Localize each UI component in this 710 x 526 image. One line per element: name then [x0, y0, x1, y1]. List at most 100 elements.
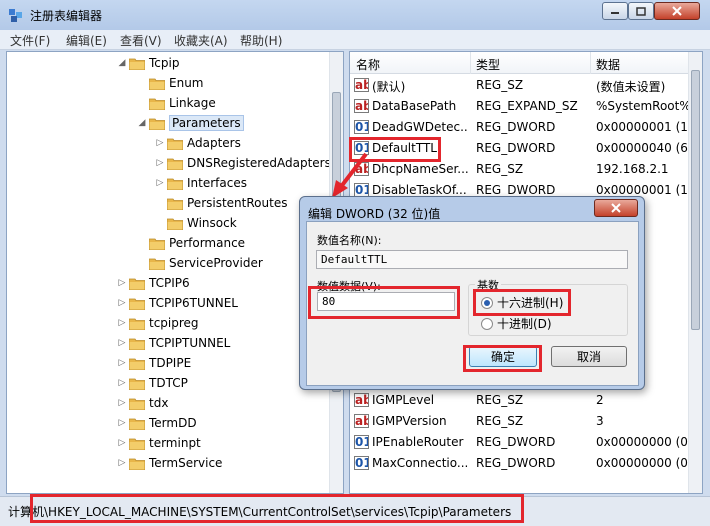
tree-item[interactable]: ▷ TermDD	[117, 413, 197, 433]
column-name[interactable]: 名称	[356, 56, 380, 73]
registry-tree[interactable]: ◢ Tcpip Enum Linkage ◢ Parameters ▷ Adapters ▷ DN…	[6, 51, 344, 494]
value-name-label: 数值名称(N):	[317, 234, 382, 247]
radio-dec-label: 十进制(D)	[497, 317, 552, 331]
tree-item[interactable]: ▷ tcpipreg	[117, 313, 199, 333]
arrow-annotation	[332, 152, 368, 198]
edit-dword-dialog: 编辑 DWORD (32 位)值 数值名称(N): DefaultTTL 数值数…	[299, 196, 645, 390]
tree-item[interactable]: ▷ TermService	[117, 453, 223, 473]
ok-button[interactable]: 确定	[469, 346, 537, 367]
expand-arrow-icon[interactable]: ▷	[117, 398, 127, 408]
registry-path: 计算机\HKEY_LOCAL_MACHINE\SYSTEM\CurrentCon…	[8, 505, 512, 519]
table-row[interactable]: 011MaxConnectio... REG_DWORD 0x00000000 (0…	[350, 453, 690, 474]
cell-type: REG_SZ	[476, 162, 524, 176]
tree-item[interactable]: ▷ DNSRegisteredAdapters	[155, 153, 331, 173]
collapse-arrow-icon[interactable]: ◢	[117, 58, 127, 68]
tree-item[interactable]: ▷ TDTCP	[117, 373, 188, 393]
menu-view[interactable]: 查看(V)	[120, 32, 162, 49]
binary-value-icon: 011	[354, 120, 369, 134]
menu-help[interactable]: 帮助(H)	[240, 32, 282, 49]
folder-icon	[128, 417, 146, 430]
tree-item[interactable]: ▷ TCPIP6	[117, 273, 190, 293]
menu-edit[interactable]: 编辑(E)	[66, 32, 107, 49]
tree-item[interactable]: ▷ TDPIPE	[117, 353, 192, 373]
tree-item[interactable]: ▷ terminpt	[117, 433, 201, 453]
cell-name: DisableTaskOf...	[372, 183, 467, 197]
table-row[interactable]: abDataBasePath REG_EXPAND_SZ %SystemRoot%	[350, 96, 690, 117]
table-row[interactable]: 011DefaultTTLREG_DWORD0x00000040 (64	[350, 138, 690, 159]
binary-value-icon: 011	[354, 456, 369, 470]
cell-name: DataBasePath	[372, 99, 457, 113]
expand-arrow-icon[interactable]: ▷	[117, 298, 127, 308]
cell-name: IGMPVersion	[372, 414, 447, 428]
expand-arrow-icon	[155, 218, 165, 228]
tree-item[interactable]: ▷ tdx	[117, 393, 169, 413]
expand-arrow-icon[interactable]: ▷	[155, 138, 165, 148]
tree-item[interactable]: ▷ Adapters	[155, 133, 241, 153]
tree-item-label: DNSRegisteredAdapters	[187, 156, 331, 170]
folder-icon	[166, 137, 184, 150]
expand-arrow-icon[interactable]: ▷	[117, 318, 127, 328]
tree-item-label: TermService	[149, 456, 223, 470]
radio-hex[interactable]: 十六进制(H)	[481, 294, 563, 311]
tree-item[interactable]: Winsock	[155, 213, 237, 233]
minimize-button[interactable]	[602, 2, 628, 20]
collapse-arrow-icon[interactable]: ◢	[137, 118, 147, 128]
expand-arrow-icon[interactable]: ▷	[117, 458, 127, 468]
expand-arrow-icon[interactable]: ▷	[117, 358, 127, 368]
base-label: 基数	[475, 277, 501, 293]
table-row[interactable]: 011IPEnableRouter REG_DWORD 0x00000000 (0)	[350, 432, 690, 453]
scroll-thumb[interactable]	[691, 70, 700, 330]
table-row[interactable]: ab(默认) REG_SZ (数值未设置)	[350, 75, 690, 96]
menu-favorites[interactable]: 收藏夹(A)	[174, 32, 228, 49]
column-type[interactable]: 类型	[476, 56, 500, 73]
tree-item[interactable]: ServiceProvider	[137, 253, 263, 273]
expand-arrow-icon[interactable]: ▷	[117, 338, 127, 348]
expand-arrow-icon[interactable]: ▷	[117, 278, 127, 288]
column-data[interactable]: 数据	[596, 56, 620, 73]
table-row[interactable]: 011DeadGWDetec... REG_DWORD 0x00000001 (1)	[350, 117, 690, 138]
cell-data: 192.168.2.1	[596, 162, 669, 176]
tree-item-label: TermDD	[149, 416, 197, 430]
cancel-button[interactable]: 取消	[551, 346, 627, 367]
folder-icon	[128, 297, 146, 310]
value-data-input[interactable]: 80	[317, 292, 455, 311]
close-button[interactable]	[654, 2, 700, 20]
tree-item[interactable]: ◢ Tcpip	[117, 53, 180, 73]
tree-item-label: Adapters	[187, 136, 241, 150]
expand-arrow-icon[interactable]: ▷	[117, 438, 127, 448]
tree-item[interactable]: ▷ TCPIPTUNNEL	[117, 333, 231, 353]
folder-icon	[128, 377, 146, 390]
close-icon	[611, 203, 621, 213]
list-scrollbar[interactable]	[688, 52, 702, 493]
radio-dec[interactable]: 十进制(D)	[481, 315, 552, 332]
tree-item[interactable]: ▷ TCPIP6TUNNEL	[117, 293, 238, 313]
expand-arrow-icon	[137, 238, 147, 248]
dialog-title: 编辑 DWORD (32 位)值	[308, 207, 441, 221]
tree-item[interactable]: ▷ Interfaces	[155, 173, 247, 193]
expand-arrow-icon[interactable]: ▷	[155, 158, 165, 168]
cell-name: DeadGWDetec...	[372, 120, 468, 134]
expand-arrow-icon	[155, 198, 165, 208]
expand-arrow-icon[interactable]: ▷	[117, 378, 127, 388]
tree-item-label: TCPIP6	[149, 276, 190, 290]
tree-item[interactable]: Linkage	[137, 93, 216, 113]
expand-arrow-icon[interactable]: ▷	[155, 178, 165, 188]
tree-item[interactable]: Enum	[137, 73, 203, 93]
dialog-close-button[interactable]	[594, 199, 638, 217]
tree-item[interactable]: Performance	[137, 233, 245, 253]
tree-item[interactable]: PersistentRoutes	[155, 193, 287, 213]
table-row[interactable]: abDhcpNameSer...REG_SZ192.168.2.1	[350, 159, 690, 180]
cell-data: 0x00000000 (0)	[596, 435, 688, 449]
tree-item-label: Interfaces	[187, 176, 247, 190]
folder-icon	[128, 457, 146, 470]
table-row[interactable]: abIGMPVersion REG_SZ 3	[350, 411, 690, 432]
minimize-icon	[611, 12, 619, 14]
expand-arrow-icon[interactable]: ▷	[117, 418, 127, 428]
expand-arrow-icon	[137, 258, 147, 268]
folder-icon	[128, 437, 146, 450]
tree-item-label: Enum	[169, 76, 204, 90]
table-row[interactable]: abIGMPLevel REG_SZ 2	[350, 390, 690, 411]
maximize-button[interactable]	[628, 2, 654, 20]
menu-file[interactable]: 文件(F)	[10, 32, 50, 49]
tree-item[interactable]: ◢ Parameters	[137, 113, 244, 133]
